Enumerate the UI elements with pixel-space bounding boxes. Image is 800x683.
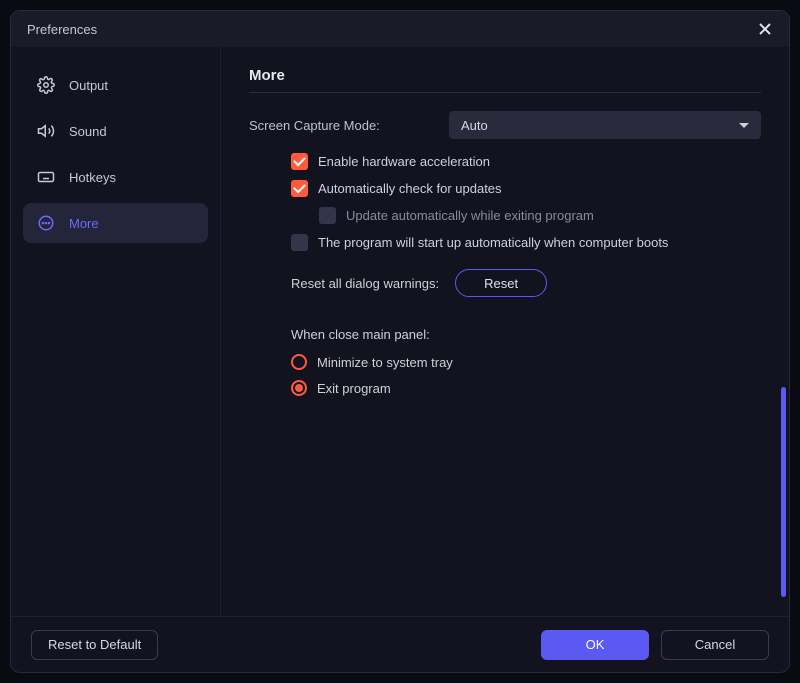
titlebar: Preferences xyxy=(11,11,789,47)
preferences-window: Preferences Output Sound xyxy=(10,10,790,673)
close-button[interactable] xyxy=(753,17,777,41)
capture-mode-select[interactable]: Auto xyxy=(449,111,761,139)
gear-icon xyxy=(37,76,55,94)
sound-icon xyxy=(37,122,55,140)
sidebar-item-label: Hotkeys xyxy=(69,170,116,185)
exit-radio-label: Exit program xyxy=(317,381,391,396)
update-on-exit-checkbox[interactable] xyxy=(319,207,336,224)
chevron-down-icon xyxy=(739,123,749,128)
auto-update-label: Automatically check for updates xyxy=(318,181,502,196)
auto-update-row: Automatically check for updates xyxy=(291,180,761,197)
start-on-boot-row: The program will start up automatically … xyxy=(291,234,761,251)
capture-mode-row: Screen Capture Mode: Auto xyxy=(249,111,761,139)
reset-warnings-button[interactable]: Reset xyxy=(455,269,547,297)
start-on-boot-label: The program will start up automatically … xyxy=(318,235,668,250)
sidebar-item-label: More xyxy=(69,216,99,231)
capture-mode-label: Screen Capture Mode: xyxy=(249,118,449,133)
sidebar-item-sound[interactable]: Sound xyxy=(23,111,208,151)
hw-accel-label: Enable hardware acceleration xyxy=(318,154,490,169)
sidebar-item-label: Sound xyxy=(69,124,107,139)
minimize-radio[interactable] xyxy=(291,354,307,370)
sidebar: Output Sound Hotkeys More xyxy=(11,47,221,616)
sidebar-item-output[interactable]: Output xyxy=(23,65,208,105)
scrollbar-thumb[interactable] xyxy=(781,387,786,597)
cancel-label: Cancel xyxy=(695,637,735,652)
update-on-exit-row: Update automatically while exiting progr… xyxy=(319,207,761,224)
exit-radio-row: Exit program xyxy=(291,380,761,396)
auto-update-checkbox[interactable] xyxy=(291,180,308,197)
minimize-radio-label: Minimize to system tray xyxy=(317,355,453,370)
capture-mode-value: Auto xyxy=(461,118,488,133)
sidebar-item-label: Output xyxy=(69,78,108,93)
window-title: Preferences xyxy=(27,22,97,37)
content-panel: More Screen Capture Mode: Auto Enable ha… xyxy=(221,47,789,616)
reset-warnings-row: Reset all dialog warnings: Reset xyxy=(291,269,761,297)
reset-warnings-button-label: Reset xyxy=(484,276,518,291)
reset-default-label: Reset to Default xyxy=(48,637,141,652)
section-title: More xyxy=(249,67,761,93)
cancel-button[interactable]: Cancel xyxy=(661,630,769,660)
update-on-exit-label: Update automatically while exiting progr… xyxy=(346,208,594,223)
minimize-radio-row: Minimize to system tray xyxy=(291,354,761,370)
reset-default-button[interactable]: Reset to Default xyxy=(31,630,158,660)
ok-label: OK xyxy=(586,637,605,652)
window-body: Output Sound Hotkeys More xyxy=(11,47,789,616)
more-icon xyxy=(37,214,55,232)
ok-button[interactable]: OK xyxy=(541,630,649,660)
exit-radio[interactable] xyxy=(291,380,307,396)
close-icon xyxy=(759,23,771,35)
reset-warnings-label: Reset all dialog warnings: xyxy=(291,276,439,291)
footer: Reset to Default OK Cancel xyxy=(11,616,789,672)
keyboard-icon xyxy=(37,168,55,186)
sidebar-item-hotkeys[interactable]: Hotkeys xyxy=(23,157,208,197)
sidebar-item-more[interactable]: More xyxy=(23,203,208,243)
start-on-boot-checkbox[interactable] xyxy=(291,234,308,251)
hw-accel-checkbox[interactable] xyxy=(291,153,308,170)
hw-accel-row: Enable hardware acceleration xyxy=(291,153,761,170)
close-panel-heading: When close main panel: xyxy=(291,327,761,342)
